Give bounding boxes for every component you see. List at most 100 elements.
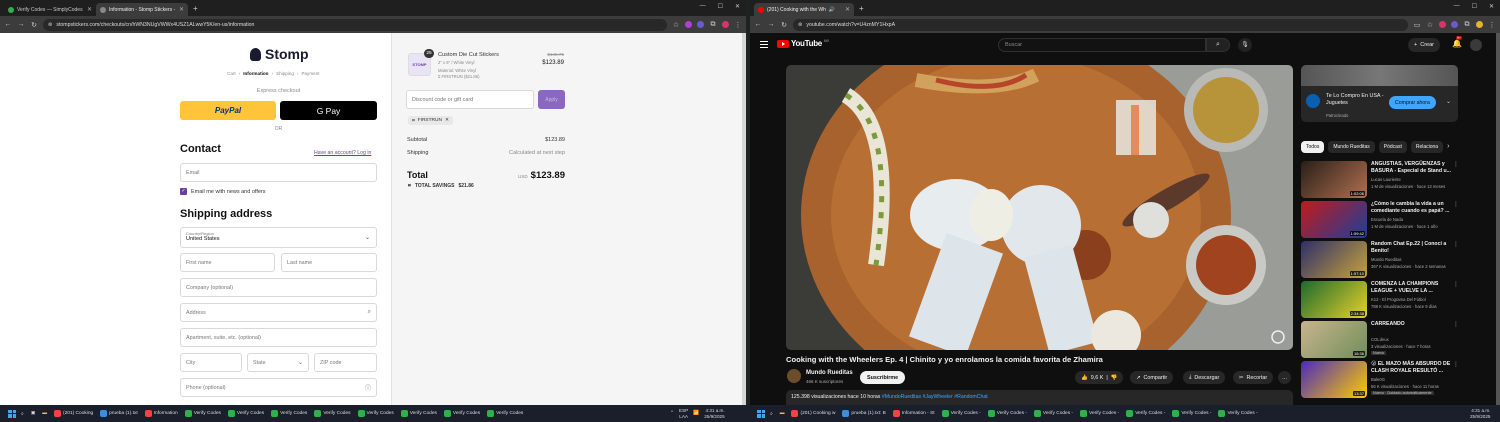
close-icon[interactable]: ✕ (179, 6, 184, 13)
recommended-video[interactable]: 1:59:42 ¿Cómo le cambia la vida a un come… (1301, 201, 1461, 238)
extension-icon[interactable] (685, 21, 692, 28)
breadcrumb-cart[interactable]: Cart (227, 71, 236, 76)
recommended-channel[interactable]: Bale0G (1371, 377, 1385, 382)
recommended-title[interactable]: 😮 EL MAZO MÁS ABSURDO DE CLASH ROYALE RE… (1371, 361, 1453, 374)
dislike-icon[interactable]: 👎 (1111, 375, 1118, 381)
news-checkbox-row[interactable]: ✓ Email me with news and offers (180, 188, 266, 195)
recommended-video[interactable]: 16:36 CARREANDO COLdeux 3 visualizaciones ·… (1301, 321, 1461, 358)
recommended-video[interactable]: 13:37 😮 EL MAZO MÁS ABSURDO DE CLASH ROYA… (1301, 361, 1461, 398)
taskbar-app-button[interactable]: Verify Codes (356, 407, 396, 420)
notifications-bell-icon[interactable]: 🔔 (1452, 39, 1462, 48)
taskbar-app-button[interactable]: (201) Cooking (52, 407, 95, 420)
taskbar-app-button[interactable]: Information (143, 407, 180, 420)
recommended-video[interactable]: 1:57:10 Random Chat Ep.22 | Conocí a Beni… (1301, 241, 1461, 278)
site-info-icon[interactable]: ⊜ (798, 22, 802, 28)
state-select[interactable]: State ⌄ (247, 353, 309, 372)
remove-code-icon[interactable]: ✕ (445, 118, 449, 123)
video-thumbnail[interactable]: 1:57:10 (1301, 241, 1367, 278)
taskbar-app-button[interactable]: (201) Cooking w (789, 407, 837, 420)
forward-icon[interactable]: → (17, 21, 25, 28)
stomp-logo[interactable]: Stomp (250, 46, 309, 62)
close-window-icon[interactable]: ✕ (735, 3, 740, 10)
video-thumbnail[interactable]: 1:59:42 (1301, 201, 1367, 238)
taskbar-app-button[interactable]: Verify Codes - (1170, 407, 1213, 420)
cast-icon[interactable]: ▭ (1413, 21, 1421, 29)
discount-code-input[interactable]: Discount code or gift card (406, 90, 534, 109)
close-window-icon[interactable]: ✕ (1489, 3, 1494, 10)
apply-button[interactable]: Apply (538, 90, 565, 109)
chevron-right-icon[interactable]: › (1447, 141, 1449, 153)
recommended-channel[interactable]: Lucas Lauriente (1371, 177, 1401, 182)
recommended-title[interactable]: Random Chat Ep.22 | Conocí a Benito! (1371, 241, 1453, 254)
more-vertical-icon[interactable]: ⋮ (1453, 321, 1459, 328)
search-icon[interactable]: ⌕ (19, 407, 26, 420)
bookmark-star-icon[interactable]: ☆ (672, 21, 680, 29)
taskbar-app-button[interactable]: Information - St (891, 407, 937, 420)
phone-field[interactable]: Phone (optional) ⓘ (180, 378, 377, 397)
forward-icon[interactable]: → (767, 21, 775, 28)
profile-avatar[interactable] (1476, 21, 1483, 28)
menu-kebab-icon[interactable]: ⋮ (734, 21, 742, 29)
taskbar-app-button[interactable]: Verify Codes - (986, 407, 1029, 420)
zip-field[interactable]: ZIP code (314, 353, 377, 372)
recommended-channel[interactable]: K12 - El Programa Del Fútbol (1371, 297, 1426, 302)
clock[interactable]: 4:31 a.m. 25/9/2025 (704, 408, 724, 419)
taskbar-app-button[interactable]: prueba (1).txt (98, 407, 140, 420)
taskbar-app-button[interactable]: Verify Codes (226, 407, 266, 420)
share-button[interactable]: ↗ Compartir (1130, 371, 1174, 384)
taskbar-app-button[interactable]: Verify Codes - (1124, 407, 1167, 420)
scrollbar[interactable] (742, 33, 746, 405)
video-player[interactable] (786, 65, 1293, 350)
taskbar-app-button[interactable]: Verify Codes - (1032, 407, 1075, 420)
country-select[interactable]: Country/Region United States ⌄ (180, 227, 377, 248)
maximize-icon[interactable]: ☐ (1472, 3, 1477, 10)
recommended-channel[interactable]: Escuela de Nada (1371, 217, 1403, 222)
file-explorer-icon[interactable]: ▬ (40, 407, 49, 420)
description-box[interactable]: 125.398 visualizaciones hace 10 horas #M… (786, 390, 1293, 405)
reload-icon[interactable]: ↻ (30, 21, 38, 29)
more-vertical-icon[interactable]: ⋮ (1453, 161, 1459, 168)
minimize-icon[interactable]: — (1454, 3, 1460, 10)
taskbar-app-button[interactable]: Verify Codes (399, 407, 439, 420)
clip-button[interactable]: ✂ Recortar (1233, 371, 1274, 384)
checkbox-checked-icon[interactable]: ✓ (180, 188, 187, 195)
search-button[interactable]: ⌕ (1206, 38, 1230, 52)
profile-avatar[interactable] (722, 21, 729, 28)
chip-podcast[interactable]: Pódcast (1378, 141, 1407, 153)
extension-icon[interactable] (1439, 21, 1446, 28)
taskbar-app-button[interactable]: Verify Codes (485, 407, 525, 420)
file-explorer-icon[interactable]: ▬ (778, 407, 787, 420)
taskbar-app-button[interactable]: Verify Codes (183, 407, 223, 420)
close-icon[interactable]: ✕ (845, 6, 850, 13)
chevron-up-icon[interactable]: ⌃ (668, 407, 676, 420)
url-field[interactable]: ⊜ stompstickers.com/checkouts/cn/hWN3NUgV… (43, 18, 667, 31)
taskbar-app-button[interactable]: Verify Codes - (1078, 407, 1121, 420)
reload-icon[interactable]: ↻ (780, 21, 788, 29)
extensions-puzzle-icon[interactable]: ⧉ (1463, 21, 1471, 29)
taskbar-app-button[interactable]: Verify Codes (269, 407, 309, 420)
more-vertical-icon[interactable]: ⋮ (1453, 241, 1459, 248)
menu-kebab-icon[interactable]: ⋮ (1488, 21, 1496, 29)
more-vertical-icon[interactable]: ⋮ (1453, 281, 1459, 288)
new-tab-icon[interactable]: + (193, 4, 198, 13)
city-field[interactable]: City (180, 353, 242, 372)
video-thumbnail[interactable]: 1:02:06 (1301, 161, 1367, 198)
taskbar-app-button[interactable]: Verify Codes (442, 407, 482, 420)
maximize-icon[interactable]: ☐ (718, 3, 723, 10)
company-field[interactable]: Company (optional) (180, 278, 377, 297)
taskbar-app-button[interactable]: prueba (1).txt: B (840, 407, 887, 420)
like-icon[interactable]: 👍 (1081, 375, 1088, 381)
chip-channel[interactable]: Mundo Rueditas (1328, 141, 1375, 153)
voice-search-button[interactable]: 🎙 (1238, 38, 1252, 52)
download-button[interactable]: ⤓ Descargar (1183, 371, 1226, 384)
more-vertical-icon[interactable]: ⋮ (1453, 361, 1459, 368)
close-icon[interactable]: ✕ (87, 6, 92, 13)
chevron-down-icon[interactable]: ⌄ (1446, 98, 1451, 105)
search-input[interactable]: Buscar (998, 38, 1206, 52)
video-thumbnail[interactable]: 16:36 (1301, 321, 1367, 358)
address-field[interactable]: Address ⌕ (180, 303, 377, 322)
minimize-icon[interactable]: — (700, 3, 706, 10)
more-actions-button[interactable]: … (1278, 371, 1292, 384)
hamburger-menu-icon[interactable] (760, 41, 768, 48)
bookmark-star-icon[interactable]: ☆ (1426, 21, 1434, 29)
